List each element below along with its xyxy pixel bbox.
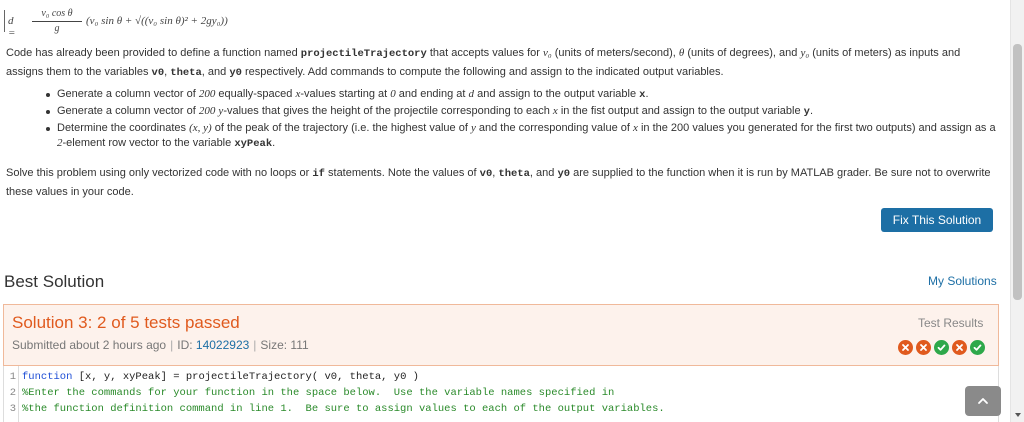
page-scrollbar[interactable] — [1010, 0, 1024, 422]
code-comment: %the function definition command in line… — [22, 403, 665, 415]
formula-lhs: d = — [8, 15, 16, 39]
math-value: 200 — [198, 88, 216, 100]
item-text: and ending at — [395, 88, 469, 100]
code-line: 1 function [x, y, xyPeak] = projectileTra… — [4, 369, 419, 385]
math-value: 200 — [198, 105, 216, 117]
solution-id-link[interactable]: 14022923 — [196, 338, 249, 352]
scrollbar-thumb[interactable] — [1013, 44, 1022, 300]
intro-text: (units of degrees), and — [684, 47, 801, 59]
line-number: 3 — [9, 403, 16, 415]
code-comment: %Enter the commands for your function in… — [22, 387, 615, 399]
item-text: in the 200 values you generated for the … — [637, 122, 996, 134]
formula-denominator: g — [54, 23, 60, 34]
if-code: if — [312, 168, 325, 180]
my-solutions-link[interactable]: My Solutions — [928, 274, 997, 288]
id-label: ID: — [177, 338, 196, 352]
x-circle-icon[interactable] — [952, 340, 967, 355]
item-text: . — [272, 137, 276, 149]
submitted-time: Submitted about 2 hours ago — [12, 338, 167, 352]
code-text: [x, y, xyPeak] = projectileTrajectory( v… — [72, 371, 419, 383]
intro-text: (units of meters/second), — [551, 47, 679, 59]
check-circle-icon[interactable] — [934, 340, 949, 355]
item-text: Determine the coordinates — [57, 122, 190, 134]
var-theta-code: theta — [498, 168, 530, 180]
var-v0-code: v0 — [151, 67, 165, 79]
item-text: Generate a column vector of — [57, 88, 199, 100]
separator: | — [170, 338, 174, 352]
line-number: 2 — [9, 387, 16, 399]
intro-text: respectively. Add commands to compute th… — [241, 66, 724, 78]
solve-paragraph: Solve this problem using only vectorized… — [6, 164, 996, 201]
item-text: and the corresponding value of — [475, 122, 633, 134]
formula-fraction: v₀ cos θ g — [32, 8, 82, 35]
item-text: equally-spaced — [215, 88, 296, 100]
x-circle-icon[interactable] — [916, 340, 931, 355]
item-text: -values starting at — [300, 88, 391, 100]
solve-text: Solve this problem using only vectorized… — [6, 167, 313, 179]
math-y0: y₀ — [800, 47, 810, 59]
chevron-up-icon — [978, 398, 988, 404]
var-y0-code: y0 — [557, 168, 571, 180]
keyword: function — [22, 371, 73, 383]
solution-summary: Solution 3: 2 of 5 tests passed Submitte… — [3, 304, 999, 366]
item-text: in the fist output and assign to the out… — [557, 105, 804, 117]
item-text: of the peak of the trajectory (i.e. the … — [211, 122, 471, 134]
line-number: 1 — [9, 371, 16, 383]
intro-text: that accepts values for — [426, 47, 543, 59]
intro-paragraph: Code has already been provided to define… — [6, 44, 996, 82]
item-text: . — [645, 88, 649, 100]
scroll-down-arrow-icon[interactable] — [1015, 413, 1021, 417]
text-cursor — [4, 10, 5, 32]
math-value: (x, y) — [189, 122, 212, 134]
test-results-icons — [898, 340, 985, 355]
scroll-to-top-button[interactable] — [965, 386, 1001, 416]
list-item: Generate a column vector of 200 y-values… — [46, 104, 996, 120]
fix-this-solution-button[interactable]: Fix This Solution — [881, 208, 993, 232]
solve-text: statements. Note the values of — [324, 167, 480, 179]
x-circle-icon[interactable] — [898, 340, 913, 355]
check-circle-icon[interactable] — [970, 340, 985, 355]
solution-title: Solution 3: 2 of 5 tests passed — [12, 313, 240, 332]
item-text: Generate a column vector of — [57, 105, 199, 117]
formula-rest: (v₀ sin θ + √((v₀ sin θ)² + 2gy₀)) — [86, 15, 228, 27]
item-text: -values that gives the height of the pro… — [223, 105, 553, 117]
output-var-code: xyPeak — [234, 138, 273, 150]
var-y0-code: y0 — [229, 67, 242, 79]
solve-text: , and — [529, 167, 558, 179]
separator: | — [253, 338, 257, 352]
math-v0: v₀ — [542, 47, 552, 59]
intro-text: Code has already been provided to define… — [6, 47, 301, 59]
best-solution-heading: Best Solution — [4, 272, 105, 291]
code-line: 3 %the function definition command in lin… — [4, 401, 665, 417]
code-line: 2 %Enter the commands for your function i… — [4, 385, 615, 401]
list-item: Generate a column vector of 200 equally-… — [46, 87, 996, 103]
var-theta-code: theta — [170, 67, 202, 79]
item-text: -element row vector to the variable — [62, 137, 235, 149]
fraction-bar — [32, 21, 82, 22]
intro-text: , and — [201, 66, 230, 78]
code-viewer[interactable]: 1 function [x, y, xyPeak] = projectileTra… — [3, 366, 999, 422]
function-name-code: projectileTrajectory — [300, 48, 427, 60]
solution-size: Size: 111 — [260, 338, 309, 352]
test-results-label: Test Results — [918, 316, 984, 330]
item-text: and assign to the output variable — [474, 88, 640, 100]
solution-meta: Submitted about 2 hours ago | ID: 14022923… — [12, 338, 309, 352]
formula-numerator: v₀ cos θ — [41, 8, 73, 19]
problem-page: d = v₀ cos θ g (v₀ sin θ + √((v₀ sin θ)²… — [0, 0, 1010, 422]
requirements-list: Generate a column vector of 200 equally-… — [46, 87, 996, 153]
list-item: Determine the coordinates (x, y) of the … — [46, 121, 996, 152]
item-text: . — [809, 105, 814, 117]
var-v0-code: v0 — [479, 168, 493, 180]
